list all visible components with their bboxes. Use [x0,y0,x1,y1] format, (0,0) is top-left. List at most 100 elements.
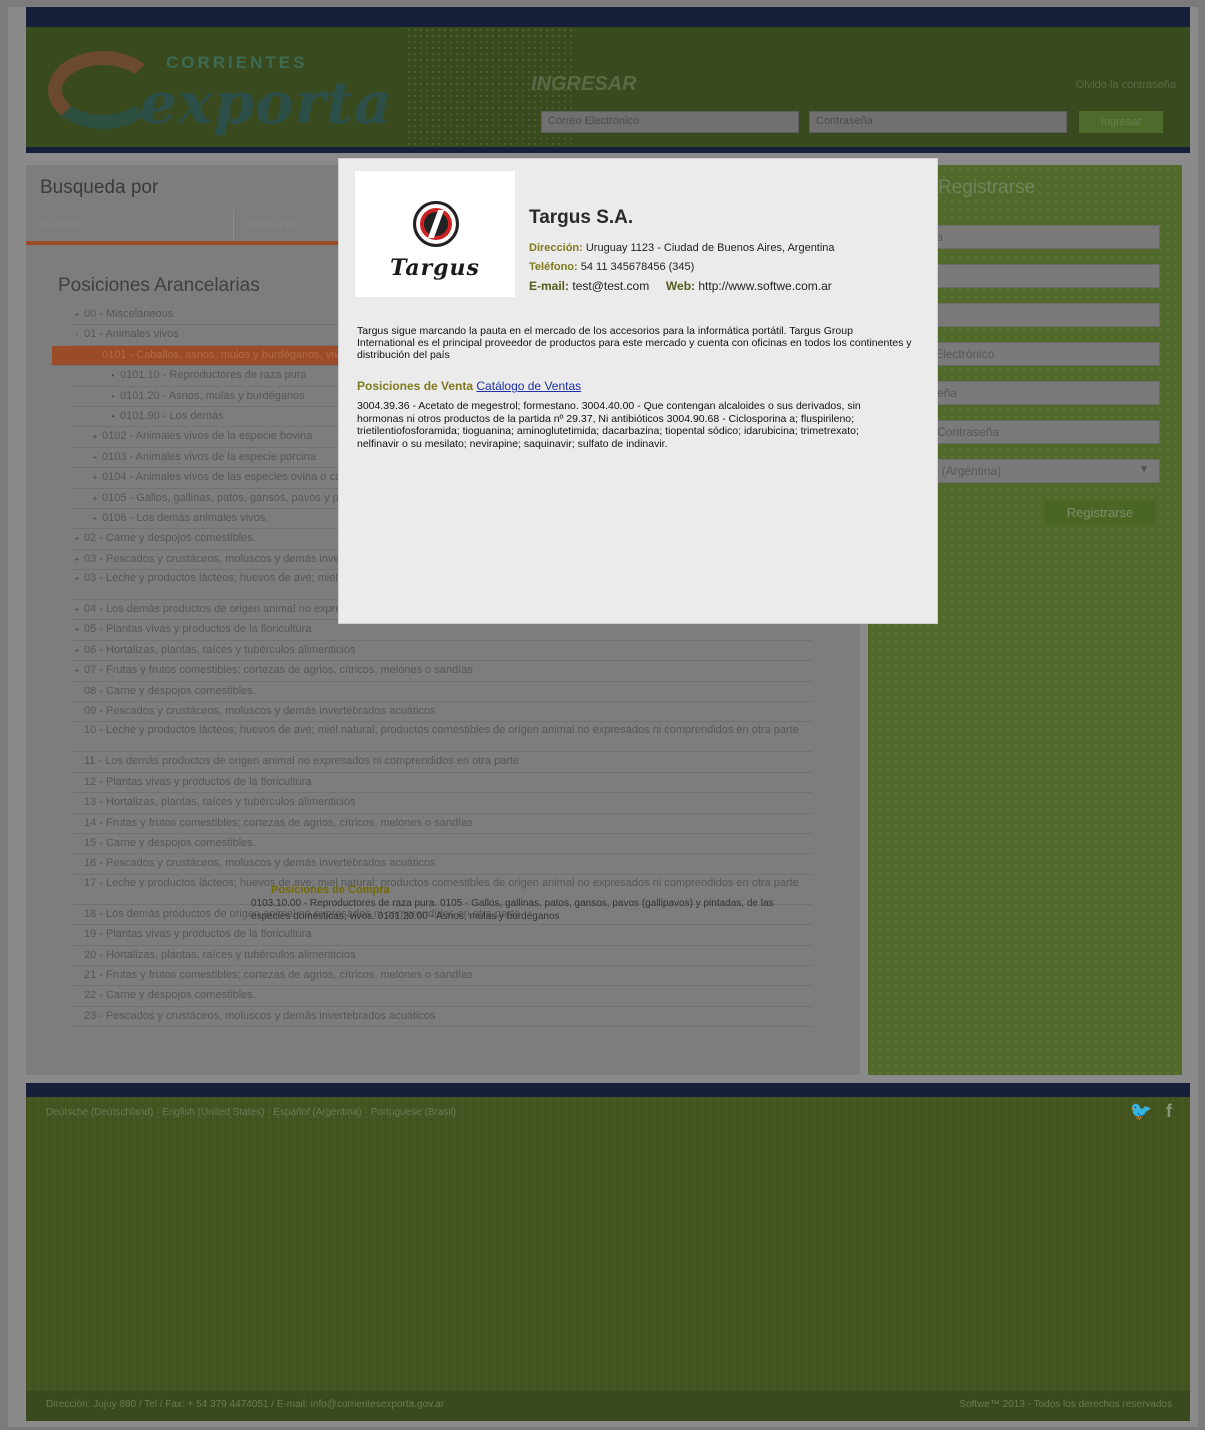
tree-row-label: 11 - Los demás productos de origen anima… [84,755,520,768]
tree-row-label: 05 - Plantas vivas y productos de la flo… [84,623,312,636]
tree-row-label: 0101.20 - Asnos, mulas y burdéganos [120,389,305,402]
company-logo: Targus [355,171,515,297]
email-input[interactable]: Correo Electrónico [541,111,799,133]
tree-row-label: 0106 - Los demás animales vivos. [102,511,269,524]
tree-row-label: 19 - Plantas vivas y productos de la flo… [84,928,312,941]
phone-value: 54 11 345678456 (345) [580,261,695,273]
footer-address: Dirección: Jujuy 880 / Tel / Fax: + 54 3… [46,1399,445,1410]
tree-bullet-icon[interactable]: • [108,366,118,385]
tree-row[interactable]: 20 - Hortalizas, plantas, raíces y tubér… [72,946,812,966]
tree-row[interactable]: 19 - Plantas vivas y productos de la flo… [72,925,812,946]
tree-row-label: 0105 - Gallos, gallinas, patos, gansos, … [102,491,375,504]
address-label: Dirección: [529,242,583,254]
targus-logo-icon [413,201,459,247]
site-header: CORRIENTES exporta INGRESAR Olvido la co… [26,7,1190,153]
tree-row[interactable]: 12 - Plantas vivas y productos de la flo… [72,773,812,794]
tab-nombre[interactable]: Nombre [26,209,234,241]
tree-bullet-icon[interactable]: + [72,600,82,619]
tree-row-label: 0103 - Animales vivos de la especie porc… [102,450,317,463]
address-value: Uruguay 1123 - Ciudad de Buenos Aires, A… [585,242,835,254]
purchase-positions-tooltip: Posiciones de Compra 0103.10.00 - Reprod… [251,884,791,923]
tree-row-label: 0102 - Animales vivos de la especie bovi… [102,430,313,443]
company-contact: E-mail: test@test.com Web: http://www.so… [529,279,832,293]
tree-row[interactable]: 08 - Carne y despojos comestibles. [72,682,812,703]
tree-bullet-icon[interactable]: + [72,620,82,639]
chevron-down-icon: ▼ [1139,464,1149,475]
logo-script: exporta [140,69,393,137]
email-value[interactable]: test@test.com [572,279,649,293]
tree-bullet-icon[interactable]: + [90,509,100,528]
site-logo[interactable]: CORRIENTES exporta [48,43,392,143]
facebook-icon[interactable]: f [1166,1101,1172,1121]
company-address: Dirección: Uruguay 1123 - Ciudad de Buen… [529,242,835,254]
company-logo-text: Targus [390,255,480,281]
tree-row-label: 10 - Leche y productos lácteos; huevos d… [84,724,799,737]
tree-row[interactable]: 15 - Carne y despojos comestibles. [72,834,812,855]
tree-row-label: 0101 - Caballos, asnos, mulos y burdégan… [102,348,351,361]
company-detail-modal[interactable]: Targus Targus S.A. Dirección: Uruguay 11… [338,158,938,624]
tree-bullet-icon[interactable]: + [72,550,82,569]
sales-positions: Posiciones de Venta Catálogo de Ventas [357,379,581,393]
tree-row-label: 13 - Hortalizas, plantas, raíces y tubér… [84,796,356,809]
login-button[interactable]: Ingresar [1079,111,1163,133]
tree-row-label: 02 - Carne y despojos comestibles. [84,532,256,545]
company-name: Targus S.A. [529,207,634,228]
tree-row-label: 15 - Carne y despojos comestibles. [84,836,256,849]
tree-row-label: 0104 - Animales vivos de las especies ov… [102,471,366,484]
social-links: 🐦 f [1116,1101,1172,1122]
tree-bullet-icon[interactable]: + [90,489,100,508]
tree-bullet-icon[interactable]: + [72,572,82,585]
company-phone: Teléfono: 54 11 345678456 (345) [529,261,694,273]
sales-products: 3004.39.36 - Acetato de megestrol; forme… [357,400,861,450]
sales-label: Posiciones de Venta [357,379,474,393]
web-value[interactable]: http://www.softwe.com.ar [698,279,831,293]
tree-row[interactable]: 23 - Pescados y crustáceos, moluscos y d… [72,1007,812,1028]
tree-bullet-icon[interactable]: + [72,529,82,548]
tree-bullet-icon[interactable]: - [90,346,100,365]
tree-row-label: 21 - Frutas y frutos comestibles; cortez… [84,968,473,981]
forgot-password-link[interactable]: Olvido la contraseña [1076,79,1176,91]
tree-row[interactable]: 09 - Pescados y crustáceos, moluscos y d… [72,702,812,723]
tree-row-label: 08 - Carne y despojos comestibles. [84,684,256,697]
company-description: Targus sigue marcando la pauta en el mer… [357,325,912,361]
language-links[interactable]: Deutsche (Deutschland) - English (United… [46,1107,456,1118]
footer-bar: Dirección: Jujuy 880 / Tel / Fax: + 54 3… [26,1391,1190,1421]
tree-row-label: 22 - Carne y despojos comestibles. [84,989,256,1002]
tree-bullet-icon[interactable]: + [90,448,100,467]
tree-bullet-icon[interactable]: • [108,407,118,426]
password-input[interactable]: Contraseña [809,111,1067,133]
tree-bullet-icon[interactable]: • [108,387,118,406]
tree-bullet-icon[interactable]: + [72,305,82,324]
tree-row-label: 14 - Frutas y frutos comestibles; cortez… [84,816,473,829]
positions-title: Posiciones Arancelarias [58,275,260,296]
tree-bullet-icon[interactable]: + [72,661,82,680]
tree-row[interactable]: 13 - Hortalizas, plantas, raíces y tubér… [72,793,812,814]
tree-row[interactable]: 11 - Los demás productos de origen anima… [72,752,812,773]
tree-row-label: 09 - Pescados y crustáceos, moluscos y d… [84,705,436,718]
tree-bullet-icon[interactable]: + [72,641,82,660]
tree-row-label: 0101.90 - Los demás [120,409,224,422]
tree-bullet-icon[interactable]: - [72,325,82,344]
tree-row-label: 01 - Animales vivos [84,328,179,341]
twitter-icon[interactable]: 🐦 [1130,1101,1152,1121]
site-footer: Deutsche (Deutschland) - English (United… [26,1083,1190,1421]
tree-row[interactable]: 10 - Leche y productos lácteos; huevos d… [72,722,812,753]
tree-row-label: 20 - Hortalizas, plantas, raíces y tubér… [84,948,356,961]
login-title: INGRESAR [531,73,637,95]
tree-row[interactable]: 16 - Pescados y crustáceos, moluscos y d… [72,854,812,875]
tooltip-title: Posiciones de Compra [271,884,390,896]
tree-row[interactable]: 22 - Carne y despojos comestibles. [72,986,812,1007]
tree-row[interactable]: 21 - Frutas y frutos comestibles; cortez… [72,966,812,987]
tree-row[interactable]: +06 - Hortalizas, plantas, raíces y tubé… [72,641,812,662]
tree-row-label: 0101.10 - Reproductores de raza pura [120,369,307,382]
register-button[interactable]: Registrarse [1044,501,1156,525]
tree-row-label: 00 - Miscelaneous [84,308,174,320]
catalog-link[interactable]: Catálogo de Ventas [476,379,581,393]
email-label: E-mail: [529,279,570,293]
web-label: Web: [665,279,696,293]
tree-bullet-icon[interactable]: + [90,427,100,446]
tree-row[interactable]: 14 - Frutas y frutos comestibles; cortez… [72,814,812,834]
tree-bullet-icon[interactable]: + [90,468,100,487]
tab-producto[interactable]: Producto [234,209,354,241]
tree-row[interactable]: +07 - Frutas y frutos comestibles; corte… [72,661,812,682]
